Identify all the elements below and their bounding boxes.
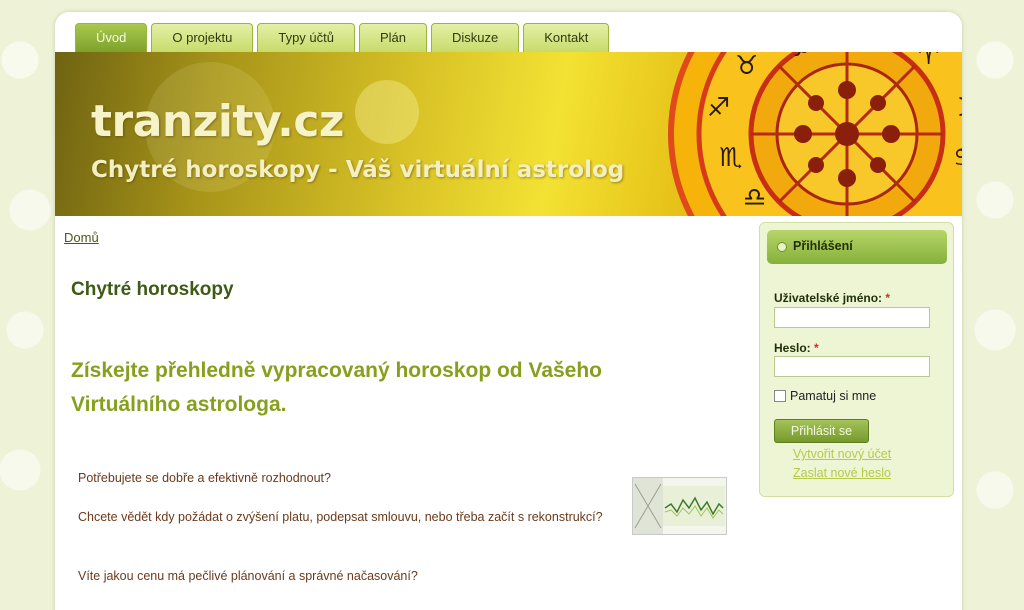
- page-container: Úvod O projektu Typy účtů Plán Diskuze K…: [55, 12, 962, 610]
- tab-typy-uctu[interactable]: Typy účtů: [257, 23, 355, 52]
- bullet-icon: [777, 242, 787, 252]
- intro-paragraph: Chcete vědět kdy požádat o zvýšení platu…: [78, 510, 603, 524]
- login-title: Přihlášení: [793, 239, 853, 253]
- login-block: Přihlášení Uživatelské jméno: * Heslo: *…: [759, 222, 954, 497]
- trend-chart-icon: [633, 478, 725, 534]
- breadcrumb-home[interactable]: Domů: [64, 230, 99, 245]
- intro-paragraph: Víte jakou cenu má pečlivé plánování a s…: [78, 569, 418, 583]
- remember-me-label: Pamatuj si mne: [790, 389, 877, 403]
- intro-paragraph: Potřebujete se dobře a efektivně rozhodn…: [78, 471, 331, 485]
- site-title[interactable]: tranzity.cz: [91, 96, 345, 147]
- tab-diskuze[interactable]: Diskuze: [431, 23, 520, 52]
- banner-glow: [355, 80, 419, 144]
- tab-kontakt[interactable]: Kontakt: [523, 23, 610, 52]
- tab-plan[interactable]: Plán: [358, 23, 428, 52]
- main-nav: Úvod O projektu Typy účtů Plán Diskuze K…: [75, 23, 610, 52]
- tab-uvod[interactable]: Úvod: [75, 23, 148, 52]
- reset-password-link[interactable]: Zaslat nové heslo: [793, 466, 891, 480]
- password-label: Heslo: *: [774, 341, 819, 355]
- login-button[interactable]: Přihlásit se: [774, 419, 869, 443]
- create-account-link[interactable]: Vytvořit nový účet: [793, 447, 891, 461]
- site-slogan: Chytré horoskopy - Váš virtuální astrolo…: [91, 157, 625, 183]
- svg-text:♈: ♈: [917, 52, 940, 71]
- svg-text:♑: ♑: [787, 52, 810, 63]
- svg-text:♐: ♐: [707, 93, 730, 123]
- lead-text: Získejte přehledně vypracovaný horoskop …: [71, 359, 603, 416]
- zodiac-wheel-icon: ♐ ♏ ♉ ♎ ♊ ♋ ♈ ♑: [668, 52, 962, 216]
- username-input[interactable]: [774, 307, 930, 328]
- login-header: Přihlášení: [767, 230, 947, 264]
- chart-thumbnail-image[interactable]: [632, 477, 727, 535]
- username-label: Uživatelské jméno: *: [774, 291, 891, 305]
- remember-me-checkbox[interactable]: [774, 390, 786, 402]
- password-input[interactable]: [774, 356, 930, 377]
- tab-o-projektu[interactable]: O projektu: [151, 23, 254, 52]
- page-title: Chytré horoskopy: [71, 279, 234, 300]
- svg-text:♏: ♏: [719, 143, 742, 173]
- svg-text:♎: ♎: [743, 183, 766, 213]
- header-banner: tranzity.cz Chytré horoskopy - Váš virtu…: [55, 52, 962, 216]
- svg-text:♊: ♊: [957, 93, 962, 123]
- svg-text:♋: ♋: [953, 143, 962, 173]
- svg-text:♉: ♉: [735, 52, 758, 81]
